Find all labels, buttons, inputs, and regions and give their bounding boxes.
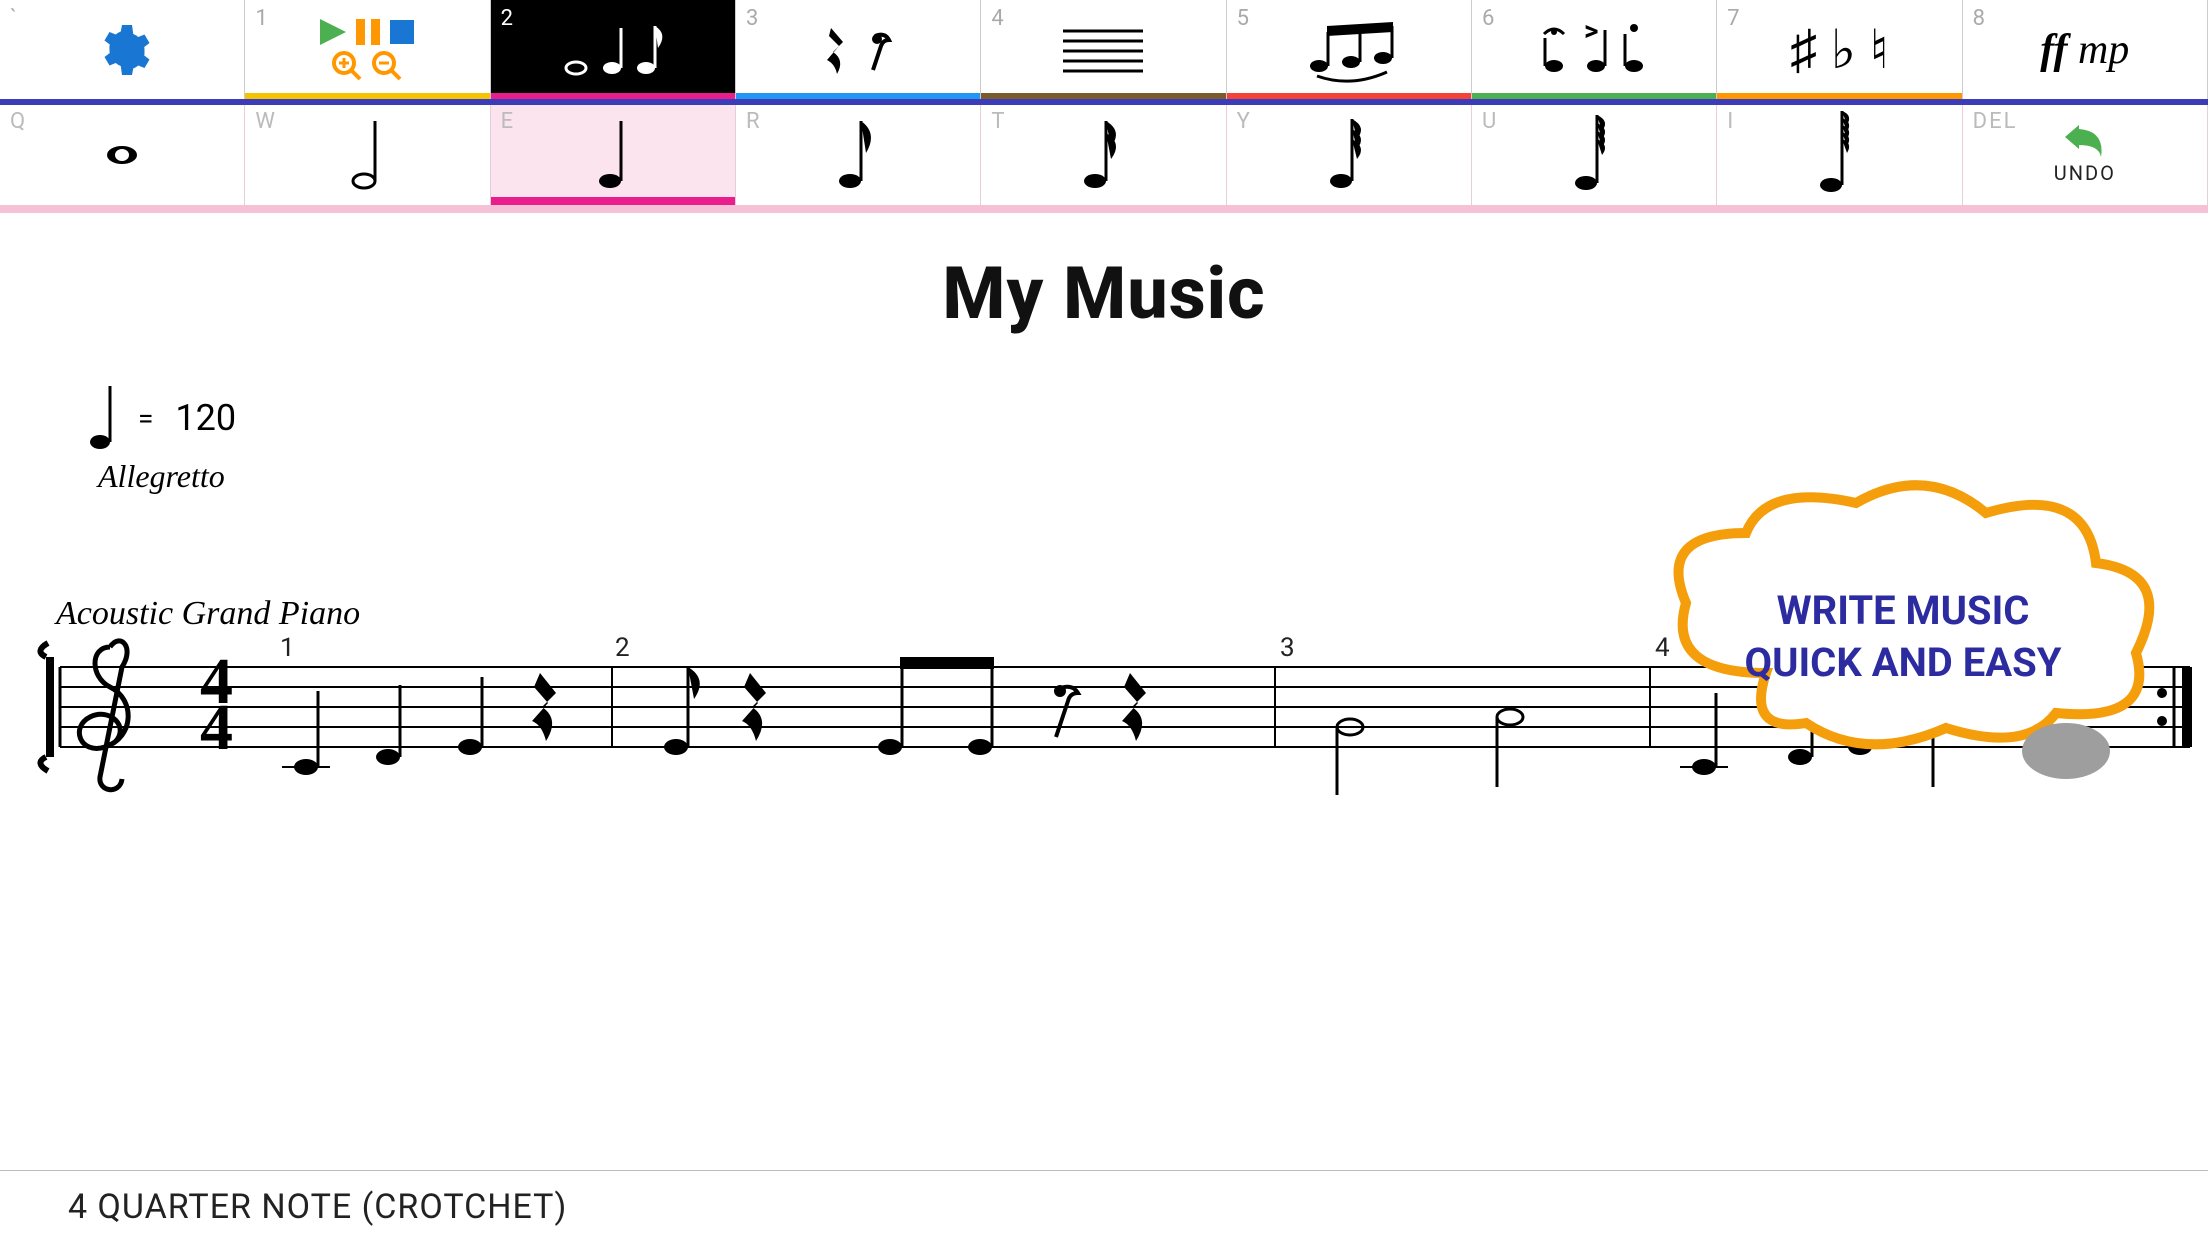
dynamics-icon: ff mp (2040, 26, 2129, 74)
whole-note-cell[interactable]: Q (0, 105, 245, 205)
zoom-in-icon[interactable] (332, 51, 362, 81)
playback-cell[interactable]: 1 (245, 0, 490, 99)
tempo-value: 120 (175, 397, 236, 439)
sixtyfourth-note-cell[interactable]: U (1472, 105, 1717, 205)
eighth-note-icon (838, 119, 878, 191)
play-icon[interactable] (320, 19, 346, 45)
half-note-icon (352, 119, 382, 191)
sixteenth-note-icon (1083, 119, 1123, 191)
tempo-marking[interactable]: = 120 (90, 386, 2158, 450)
undo-cell[interactable]: DEL UNDO (1963, 105, 2208, 205)
toolbar-top: ` 1 2 3 (0, 0, 2208, 105)
undo-label: UNDO (2054, 161, 2116, 185)
score-title[interactable]: My Music (50, 251, 2158, 336)
articulation-cell[interactable]: 6 > (1472, 0, 1717, 99)
hundredtwentyeighth-note-icon (1819, 115, 1859, 195)
thirtysecond-note-cell[interactable]: Y (1227, 105, 1472, 205)
svg-text:4: 4 (200, 691, 233, 764)
half-note-cell[interactable]: W (245, 105, 490, 205)
note-values-icon (558, 20, 668, 80)
articulations-icon: > (1534, 22, 1654, 78)
pause-icon[interactable] (356, 19, 380, 45)
rests-icon (813, 22, 903, 78)
beamed-notes-icon (1299, 22, 1399, 78)
accidentals-icon: ♯ ♭ ♮ (1790, 18, 1889, 81)
tempo-equals: = (138, 402, 153, 435)
eighth-note-cell[interactable]: R (736, 105, 981, 205)
measure-number: 2 (615, 633, 630, 663)
quarter-note-cell[interactable]: E (491, 105, 736, 205)
note-palette-cell[interactable]: 2 (491, 0, 736, 99)
tempo-note-icon (90, 386, 116, 450)
status-bar: 4 QUARTER NOTE (CROTCHET) (0, 1170, 2208, 1242)
thirtysecond-note-icon (1329, 119, 1369, 191)
accidentals-cell[interactable]: 7 ♯ ♭ ♮ (1717, 0, 1962, 99)
measure-number: 3 (1280, 633, 1295, 663)
stop-icon[interactable] (390, 20, 414, 44)
quarter-note-icon (598, 119, 628, 191)
score-area: My Music = 120 Allegretto Acoustic Grand… (0, 213, 2208, 847)
hundredtwentyeighth-note-cell[interactable]: I (1717, 105, 1962, 205)
status-text: 4 QUARTER NOTE (CROTCHET) (68, 1187, 567, 1227)
rests-cell[interactable]: 3 (736, 0, 981, 99)
undo-arrow-icon (2065, 125, 2105, 157)
zoom-out-icon[interactable] (372, 51, 402, 81)
beams-cell[interactable]: 5 (1227, 0, 1472, 99)
measure-number: 1 (280, 633, 295, 663)
sixtyfourth-note-icon (1574, 117, 1614, 193)
sixteenth-note-cell[interactable]: T (981, 105, 1226, 205)
callout-text: WRITE MUSIC QUICK AND EASY (1708, 585, 2098, 689)
svg-text:>: > (1584, 14, 1598, 47)
stafflines-cell[interactable]: 4 (981, 0, 1226, 99)
dynamics-cell[interactable]: 8 ff mp (1963, 0, 2208, 99)
staff-icon (1063, 29, 1143, 71)
whole-note-icon (105, 144, 139, 166)
toolbar-notes: Q W E R T Y U I DEL UNDO (0, 105, 2208, 213)
settings-cell[interactable]: ` (0, 0, 245, 99)
gear-icon (92, 20, 152, 80)
